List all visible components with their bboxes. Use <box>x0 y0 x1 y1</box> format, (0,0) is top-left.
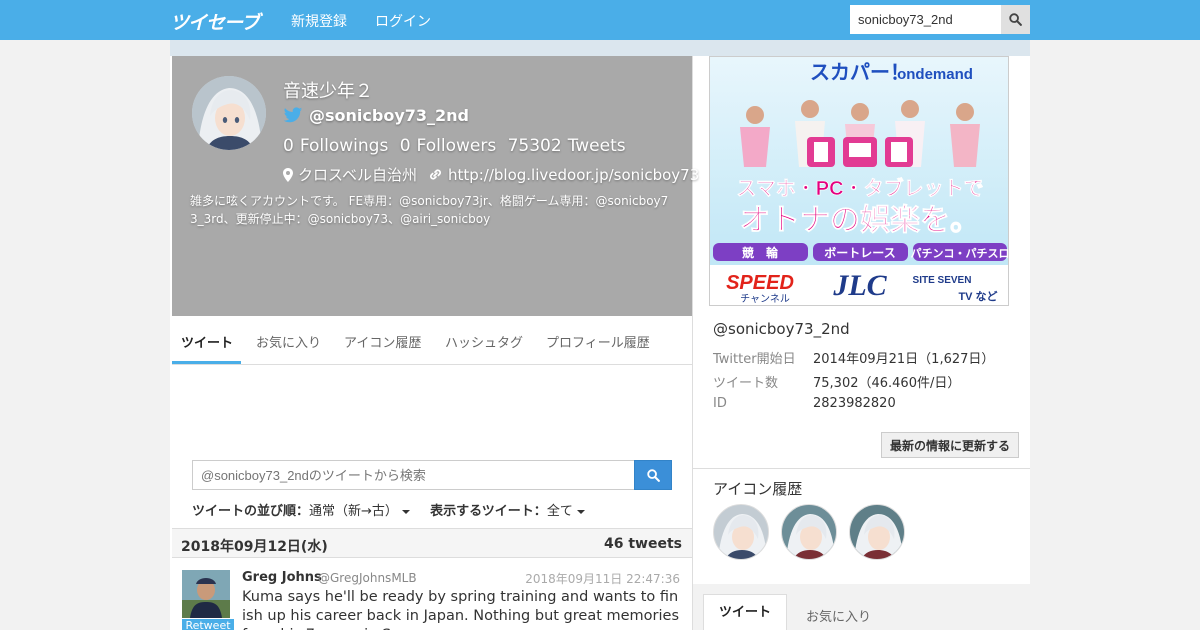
active-tab-indicator <box>172 361 241 364</box>
site-logo[interactable]: ツイセーブ <box>170 8 260 34</box>
profile-bio: 雑多に呟くアカウントです。 FE専用：@sonicboy73jr、格闘ゲーム専用… <box>190 194 669 226</box>
icon-history-avatar[interactable] <box>713 504 769 560</box>
sort-order-label: ツイートの並び順： <box>192 504 310 519</box>
profile-handle[interactable]: @sonicboy73_2nd <box>309 106 469 125</box>
profile-handle-row: @sonicboy73_2nd <box>283 106 469 125</box>
top-navbar: ツイセーブ 新規登録 ログイン <box>0 0 1200 40</box>
ad-logo-2: JLC <box>832 269 887 302</box>
ad-logo-1-sub: チャンネル <box>740 293 790 305</box>
profile-url[interactable]: http://blog.livedoor.jp/sonicboy73 <box>448 166 699 184</box>
info-key: ID <box>713 396 727 411</box>
tab-profile-history[interactable]: プロフィール履歴 <box>546 332 650 351</box>
date-group-date[interactable]: 2018年09月12日(水) <box>181 536 328 556</box>
sort-order-value: 通常（新→古） <box>309 504 398 519</box>
info-value: 2823982820 <box>813 396 896 411</box>
tweet-author-name[interactable]: Greg Johns <box>242 570 322 585</box>
tab-hashtags[interactable]: ハッシュタグ <box>445 332 523 351</box>
tab-icon-history[interactable]: アイコン履歴 <box>344 332 421 351</box>
profile-avatar <box>192 76 266 150</box>
sort-order-dropdown[interactable]: ツイートの並び順：通常（新→古） <box>192 504 410 519</box>
tab-tweets[interactable]: ツイート <box>181 332 233 351</box>
tweet-search-input[interactable] <box>192 460 635 490</box>
ad-category-2: ボートレース <box>824 245 895 260</box>
main-column: 音速少年２ @sonicboy73_2nd 0 Followings 0 Follo… <box>170 56 699 630</box>
icon-history-title: アイコン履歴 <box>713 480 803 498</box>
profile-name: 音速少年２ <box>283 81 373 102</box>
update-info-button[interactable]: 最新の情報に更新する <box>881 432 1019 458</box>
profile-tabs: ツイート お気に入り アイコン履歴 ハッシュタグ プロフィール履歴 <box>172 316 692 365</box>
ad-banner[interactable]: スカパー！ ondemand スマホ・PC・タブレットで オトナの娯楽を。 競 … <box>709 56 1009 306</box>
show-filter-value: 全て <box>546 504 573 519</box>
show-filter-dropdown[interactable]: 表示するツイート：全て <box>430 504 585 519</box>
profile-location-row: クロスベル自治州 http://blog.livedoor.jp/sonicbo… <box>283 164 699 185</box>
sidebar-handle: @sonicboy73_2nd <box>713 320 850 338</box>
login-link[interactable]: ログイン <box>375 11 431 31</box>
search-input[interactable] <box>850 5 1001 34</box>
sidebar-tab-tweets[interactable]: ツイート <box>703 594 787 630</box>
ad-logo-3: SITE SEVEN <box>913 275 972 286</box>
search-icon <box>646 468 660 482</box>
followers-count: 0 <box>399 136 411 156</box>
tweets-count: 75302 <box>507 136 562 156</box>
icon-history-avatar[interactable] <box>781 504 837 560</box>
ad-category-1: 競 輪 <box>742 245 779 260</box>
profile-header: 音速少年２ @sonicboy73_2nd 0 Followings 0 Follo… <box>172 56 699 316</box>
tweet-avatar[interactable] <box>182 570 230 618</box>
caret-down-icon <box>401 509 410 514</box>
ad-headline-2: オトナの娯楽を。 <box>740 204 980 237</box>
caret-down-icon <box>576 509 585 514</box>
link-icon <box>429 169 441 180</box>
followings-count: 0 <box>283 136 294 156</box>
tweet-timestamp[interactable]: 2018年09月11日 22:47:36 <box>525 570 680 587</box>
info-value: 75,302（46.460件/日） <box>813 376 961 391</box>
info-key: ツイート数 <box>713 376 779 391</box>
sidebar: スカパー！ ondemand スマホ・PC・タブレットで オトナの娯楽を。 競 … <box>693 56 1030 630</box>
tweet-text: Kuma says he'll be ready by spring train… <box>242 589 680 630</box>
show-filter-label: 表示するツイート： <box>430 504 547 519</box>
top-strip <box>170 40 1030 56</box>
info-key: Twitter開始日 <box>713 352 796 367</box>
tweets-label: Tweets <box>567 136 626 156</box>
divider <box>693 468 1030 469</box>
ad-logo-1: SPEED <box>726 272 794 294</box>
map-marker-icon <box>283 167 293 182</box>
twitter-bird-icon <box>283 107 303 123</box>
retweet-badge: Retweet <box>182 619 234 630</box>
profile-stats: 0 Followings 0 Followers 75302 Tweets <box>283 136 632 156</box>
search-icon <box>1009 13 1022 26</box>
icon-history-avatar[interactable] <box>849 504 905 560</box>
date-group-header: 2018年09月12日(水) 46 tweets <box>172 528 692 558</box>
ad-image: スカパー！ ondemand スマホ・PC・タブレットで オトナの娯楽を。 競 … <box>710 57 1010 305</box>
tab-favorites[interactable]: お気に入り <box>256 332 321 351</box>
search-button[interactable] <box>1001 5 1030 34</box>
tweet-search-button[interactable] <box>634 460 672 490</box>
ad-category-3: パチンコ・パチスロ <box>911 247 1010 260</box>
followings-label: Followings <box>299 136 389 156</box>
ad-brand-sub: ondemand <box>897 66 973 83</box>
date-group-count: 46 tweets <box>604 536 682 552</box>
followers-label: Followers <box>416 136 497 156</box>
tweet-item: Retweet Greg Johns @GregJohnsMLB 2018年09… <box>172 558 692 630</box>
ad-logo-3-sub: TV など <box>958 290 997 303</box>
tweet-author-handle[interactable]: @GregJohnsMLB <box>318 571 417 585</box>
ad-brand: スカパー！ <box>810 61 910 84</box>
sort-controls: ツイートの並び順：通常（新→古） 表示するツイート：全て <box>192 500 585 519</box>
page-container: 音速少年２ @sonicboy73_2nd 0 Followings 0 Follo… <box>170 40 1030 630</box>
info-value: 2014年09月21日（1,627日） <box>813 352 995 367</box>
ad-headline-1: スマホ・PC・タブレットで <box>736 176 983 200</box>
profile-location: クロスベル自治州 <box>298 166 417 184</box>
sidebar-tab-favorites[interactable]: お気に入り <box>806 606 871 625</box>
signup-link[interactable]: 新規登録 <box>291 11 347 31</box>
